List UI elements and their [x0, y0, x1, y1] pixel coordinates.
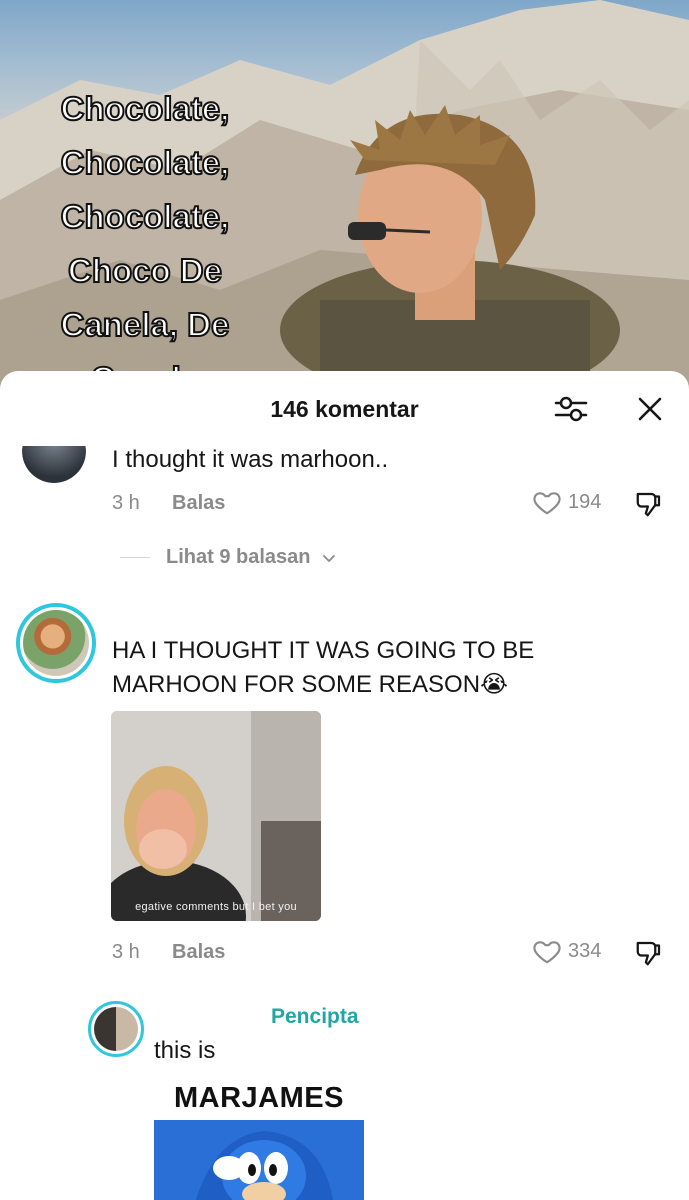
reply-button[interactable]: Balas [172, 492, 225, 515]
dislike-icon[interactable] [634, 489, 664, 519]
video-frame[interactable]: Chocolate, Chocolate, Chocolate, Choco D… [0, 0, 689, 400]
like-count: 194 [568, 490, 602, 513]
divider [120, 557, 150, 558]
reply-sticker[interactable]: MARJAMES [154, 1076, 364, 1200]
comment-text: HA I THOUGHT IT WAS GOING TO BE MARHOON … [112, 637, 535, 698]
comment-time: 3 h [112, 492, 140, 514]
close-icon[interactable] [634, 393, 666, 425]
gif-caption: egative comments but I bet you [135, 901, 297, 913]
avatar[interactable] [16, 603, 96, 683]
avatar-image [23, 610, 89, 676]
heart-icon [533, 941, 561, 964]
avatar[interactable] [88, 1001, 144, 1057]
reply-button[interactable]: Balas [172, 941, 225, 964]
like-count: 334 [568, 939, 602, 962]
gif-image [111, 711, 321, 921]
view-replies-button[interactable]: Lihat 9 balasan [120, 546, 337, 569]
comments-header: 146 komentar [0, 371, 689, 447]
sonic-image [154, 1120, 364, 1200]
video-caption: Chocolate, Chocolate, Chocolate, Choco D… [30, 82, 260, 400]
chevron-down-icon [322, 554, 335, 562]
reply-text: this is [154, 1037, 216, 1064]
comments-sheet: 146 komentar I thought it was marhoon.. … [0, 371, 689, 1200]
caption-line: Choco De [67, 251, 223, 290]
view-replies-label: Lihat 9 balasan [166, 546, 311, 568]
dislike-icon[interactable] [634, 938, 664, 968]
sliders-icon[interactable] [552, 393, 590, 425]
like-button[interactable]: 194 [532, 487, 601, 517]
avatar-image [94, 1007, 138, 1051]
caption-line: Chocolate, [60, 143, 231, 182]
creator-badge: Pencipta [271, 1005, 359, 1028]
caption-line: Canela, De [60, 305, 231, 344]
caption-line: Chocolate, [60, 197, 231, 236]
comment-text: I thought it was marhoon.. [112, 446, 389, 473]
comment-gif[interactable]: egative comments but I bet you [111, 711, 321, 921]
like-button[interactable]: 334 [532, 936, 601, 966]
comment-time: 3 h [112, 941, 140, 963]
caption-line: Chocolate, [60, 89, 231, 128]
heart-icon [533, 492, 561, 515]
